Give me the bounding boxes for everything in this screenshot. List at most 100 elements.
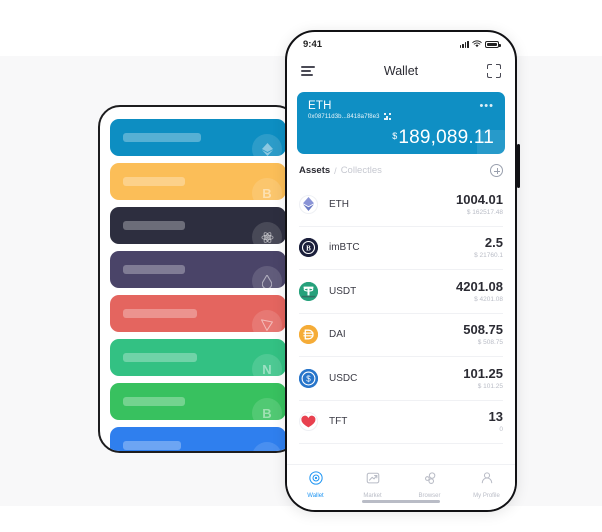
- power-button[interactable]: [517, 144, 520, 188]
- tab-label: Browser: [418, 493, 441, 499]
- coin-card[interactable]: B: [110, 383, 286, 420]
- asset-amount: 4201.08: [456, 278, 503, 294]
- card-symbol: ETH: [308, 100, 332, 112]
- tab-label: Wallet: [307, 493, 324, 499]
- balance-card[interactable]: ••• ETH 0x08711d3b...8418a7f8e3 $ 189,08…: [297, 92, 505, 154]
- battery-icon: [485, 40, 501, 48]
- balance-amount: 189,089.11: [398, 127, 494, 148]
- asset-amount: 2.5: [484, 235, 503, 251]
- asset-fiat-value: $ 21760.1: [474, 252, 503, 260]
- coin-card-atom-icon: [252, 222, 282, 244]
- asset-name: USDC: [329, 372, 358, 384]
- tab-label: My Profile: [473, 493, 500, 499]
- tab-separator: /: [334, 165, 337, 176]
- imbtc-icon: B: [299, 238, 318, 258]
- bottom-tab-bar: Wallet Market Browser My Profile: [287, 464, 515, 510]
- navigation-bar: Wallet: [287, 56, 515, 86]
- status-time: 9:41: [303, 38, 323, 50]
- plus-circle-icon[interactable]: [490, 164, 503, 177]
- right-phone-device: 9:41 Wallet ••• ETH 0x08711d3b...8418a7f…: [285, 30, 517, 512]
- asset-values: 4201.08 $ 4201.08: [456, 278, 503, 303]
- asset-row[interactable]: TFT 13 0: [299, 401, 503, 444]
- asset-row[interactable]: BimBTC 2.5 $ 21760.1: [299, 227, 503, 270]
- asset-values: 2.5 $ 21760.1: [474, 235, 503, 260]
- coin-card-letter-icon: B: [252, 178, 282, 200]
- eth-icon: [299, 194, 318, 214]
- asset-amount: 101.25: [463, 365, 503, 381]
- asset-name: TFT: [329, 416, 348, 428]
- usdc-icon: $: [299, 368, 318, 388]
- card-address-row[interactable]: 0x08711d3b...8418a7f8e3: [308, 113, 494, 120]
- wifi-icon: [472, 40, 482, 48]
- asset-amount: 1004.01: [456, 191, 503, 207]
- asset-row[interactable]: $ USDC 101.25 $ 101.25: [299, 357, 503, 401]
- signal-icon: [459, 40, 469, 48]
- coin-card-placeholder-bar: [123, 265, 185, 274]
- browser-icon: [423, 471, 437, 490]
- coin-card-list: BNBL: [100, 107, 296, 451]
- asset-fiat-value: $ 508.75: [477, 339, 503, 347]
- card-more-icon[interactable]: •••: [479, 101, 494, 112]
- asset-name: DAI: [329, 329, 346, 341]
- card-address: 0x08711d3b...8418a7f8e3: [308, 113, 380, 120]
- screenshot-stage: BNBL 9:41 Wallet ••• ETH: [0, 0, 602, 532]
- coin-card[interactable]: [110, 251, 286, 288]
- left-phone-outline: BNBL: [98, 105, 298, 453]
- asset-values: 13 0: [488, 409, 503, 434]
- status-bar: 9:41: [287, 32, 515, 56]
- asset-row[interactable]: USDT 4201.08 $ 4201.08: [299, 270, 503, 314]
- coin-card[interactable]: N: [110, 339, 286, 376]
- page-title: Wallet: [383, 64, 419, 78]
- coin-card-placeholder-bar: [123, 441, 181, 450]
- status-indicators: [459, 40, 501, 48]
- asset-name: ETH: [329, 198, 349, 210]
- market-icon: [366, 471, 380, 490]
- coin-card-diamond-icon: [252, 134, 282, 156]
- svg-text:$: $: [306, 374, 311, 383]
- asset-values: 508.75 $ 508.75: [463, 322, 503, 347]
- scan-icon[interactable]: [486, 64, 501, 78]
- coin-card-placeholder-bar: [123, 133, 201, 142]
- coin-card[interactable]: [110, 119, 286, 156]
- coin-card-tron-icon: [252, 310, 282, 332]
- asset-amount: 13: [488, 409, 503, 425]
- asset-name: imBTC: [329, 242, 360, 254]
- asset-row[interactable]: DAI 508.75 $ 508.75: [299, 314, 503, 357]
- asset-values: 1004.01 $ 162517.48: [456, 191, 503, 216]
- coin-card-placeholder-bar: [123, 309, 197, 318]
- coin-card-letter-icon: B: [252, 398, 282, 420]
- asset-values: 101.25 $ 101.25: [463, 365, 503, 390]
- card-balance: $ 189,089.11: [392, 128, 494, 147]
- dai-icon: [299, 325, 318, 345]
- coin-card-placeholder-bar: [123, 397, 185, 406]
- coin-card[interactable]: B: [110, 163, 286, 200]
- coin-card-placeholder-bar: [123, 177, 185, 186]
- tab-assets[interactable]: Assets: [299, 165, 330, 176]
- coin-card[interactable]: [110, 207, 286, 244]
- tab-label: Market: [363, 493, 382, 499]
- usdt-icon: [299, 281, 318, 301]
- assets-list: ETH 1004.01 $ 162517.48 BimBTC 2.5 $ 21760.1 U…: [287, 183, 515, 444]
- tab-my-profile[interactable]: My Profile: [458, 471, 515, 499]
- wallet-icon: [308, 471, 323, 490]
- tab-market[interactable]: Market: [344, 471, 401, 499]
- currency-symbol: $: [392, 131, 398, 141]
- coin-card[interactable]: [110, 295, 286, 332]
- qr-code-icon[interactable]: [383, 113, 391, 120]
- coin-card-drop-icon: [252, 266, 282, 288]
- asset-fiat-value: $ 101.25: [477, 382, 503, 390]
- tab-wallet[interactable]: Wallet: [287, 471, 344, 499]
- asset-fiat-value: $ 4201.08: [474, 295, 503, 303]
- menu-icon[interactable]: [301, 66, 315, 76]
- asset-fiat-value: $ 162517.48: [466, 208, 503, 216]
- asset-row[interactable]: ETH 1004.01 $ 162517.48: [299, 183, 503, 227]
- coin-card-placeholder-bar: [123, 221, 185, 230]
- home-indicator: [362, 499, 440, 503]
- tab-browser[interactable]: Browser: [401, 471, 458, 499]
- tab-collectibles[interactable]: Collectles: [341, 165, 382, 176]
- coin-card[interactable]: L: [110, 427, 286, 451]
- coin-card-placeholder-bar: [123, 353, 197, 362]
- assets-tabs-row: Assets / Collectles: [287, 154, 515, 183]
- coin-card-letter-icon: N: [252, 354, 282, 376]
- asset-fiat-value: 0: [499, 426, 503, 434]
